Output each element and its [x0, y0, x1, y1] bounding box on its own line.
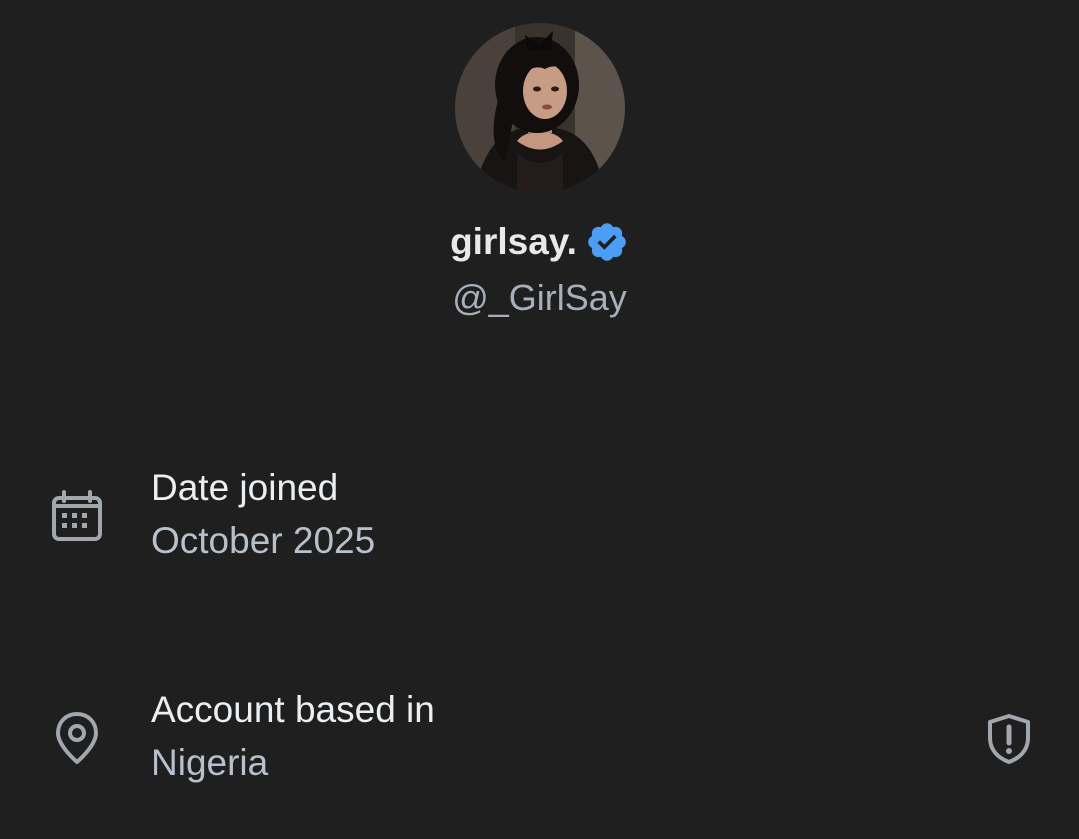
verified-badge-icon[interactable] [585, 220, 629, 264]
date-joined-row: Date joined October 2025 [0, 462, 1079, 572]
account-based-in-value: Nigeria [151, 742, 269, 783]
date-joined-label: Date joined [151, 467, 339, 508]
date-joined-value: October 2025 [151, 520, 376, 561]
profile-handle[interactable]: @_GirlSay [0, 274, 1079, 322]
shield-alert-icon[interactable] [985, 713, 1033, 765]
avatar[interactable] [455, 23, 625, 193]
display-name[interactable]: girlsay. [450, 218, 577, 266]
profile-name-row: girlsay. [0, 218, 1079, 266]
location-pin-icon [50, 711, 104, 765]
account-based-in-label: Account based in [151, 689, 435, 730]
calendar-icon [50, 489, 104, 543]
account-based-in-row[interactable]: Account based in Nigeria [0, 684, 1079, 794]
